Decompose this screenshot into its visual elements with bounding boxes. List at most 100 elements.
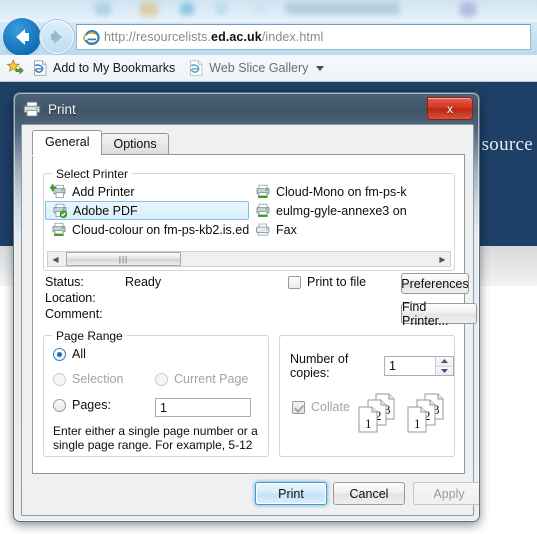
preferences-label: Preferences (401, 276, 469, 291)
printer-check-icon (53, 203, 68, 218)
scrollbar-thumb[interactable]: ||| (66, 252, 181, 266)
stepper-buttons[interactable] (435, 357, 453, 375)
printer-status-block: Status: Ready Location: Comment: Print t… (45, 275, 455, 325)
print-to-file-checkbox[interactable]: Print to file (288, 275, 366, 289)
radio-current-page: Current Page (155, 372, 248, 386)
select-printer-group: Select Printer Add Printer Cloud-Mono on… (43, 167, 455, 271)
printer-name: Cloud-colour on fm-ps-kb2.is.ed.ac.uk (72, 222, 249, 237)
apply-button: Apply (413, 482, 479, 505)
find-printer-button[interactable]: Find Printer... (401, 300, 477, 328)
fax-icon (256, 223, 270, 236)
radio-icon (155, 372, 168, 386)
checkbox-icon (292, 400, 305, 414)
favorites-bar: Add to My Bookmarks Web Slice Gallery (0, 55, 537, 82)
dialog-body: General Options Select Printer Add Print… (21, 124, 479, 516)
number-of-copies-value: 1 (389, 359, 396, 373)
comment-label: Comment: (45, 307, 103, 321)
pages-input-value: 1 (160, 400, 167, 415)
printer-list-item[interactable]: Cloud-colour on fm-ps-kb2.is.ed.ac.uk (45, 220, 249, 239)
printer-icon (256, 184, 270, 198)
page-range-hint: Enter either a single page number or a s… (53, 424, 258, 452)
caret-down-icon (441, 368, 448, 373)
page-range-legend: Page Range (52, 329, 127, 343)
radio-selection-label: Selection (72, 372, 124, 386)
printer-list-item[interactable]: Fax (249, 220, 453, 239)
radio-pages[interactable]: Pages: (53, 398, 111, 412)
printer-list-item[interactable]: Cloud-Mono on fm-ps-k (249, 182, 453, 201)
collate-label: Collate (311, 400, 350, 414)
number-of-copies-row: Number of copies: 1 (290, 352, 454, 380)
radio-pages-label: Pages: (72, 398, 111, 412)
radio-all[interactable]: All (53, 347, 86, 361)
radio-icon (53, 347, 66, 361)
printer-list-item-selected[interactable]: Adobe PDF (45, 201, 249, 220)
number-of-copies-label: Number of copies: (290, 352, 349, 380)
favorites-item-label: Web Slice Gallery (209, 61, 309, 75)
select-printer-legend: Select Printer (52, 167, 133, 181)
apply-button-label: Apply (433, 486, 465, 501)
printer-name: Add Printer (72, 184, 135, 199)
preferences-button[interactable]: Preferences (401, 273, 469, 294)
tab-panel-general: Select Printer Add Printer Cloud-Mono on… (32, 154, 477, 474)
scroll-right-arrow-icon[interactable]: ▶ (435, 252, 450, 266)
find-printer-label: Find Printer... (402, 299, 449, 328)
scrollbar-track[interactable]: ||| (63, 252, 435, 266)
page-range-group: Page Range All Selection Current Page Pa… (43, 329, 269, 457)
radio-all-label: All (72, 347, 86, 361)
svg-text:1: 1 (414, 416, 421, 431)
page-icon (190, 60, 203, 76)
printer-icon (52, 222, 66, 236)
collate-checkbox: Collate (292, 400, 350, 414)
cancel-button[interactable]: Cancel (333, 482, 405, 505)
collate-illustration-icon: 3 2 1 3 2 1 (358, 393, 444, 433)
copies-group: Number of copies: 1 Collate 3 2 1 3 2 1 (279, 335, 455, 457)
caret-up-icon (441, 359, 448, 364)
radio-current-page-label: Current Page (174, 372, 249, 386)
printer-icon (23, 101, 41, 117)
scroll-left-arrow-icon[interactable]: ◀ (48, 252, 63, 266)
address-bar-url: http://resourcelists.ed.ac.uk/index.html (104, 30, 324, 44)
internet-explorer-icon (83, 29, 100, 45)
stepper-up-icon[interactable] (436, 357, 453, 366)
address-bar[interactable]: http://resourcelists.ed.ac.uk/index.html (76, 24, 531, 50)
print-button-label: Print (278, 486, 304, 501)
stepper-down-icon[interactable] (436, 365, 453, 375)
favorites-item-web-slice-gallery[interactable]: Web Slice Gallery (184, 58, 329, 78)
printer-list-horizontal-scrollbar[interactable]: ◀ ||| ▶ (47, 251, 451, 267)
favorites-star-icon[interactable] (6, 59, 24, 77)
printer-list-item[interactable]: eulmg-gyle-annexe3 on (249, 201, 453, 220)
forward-arrow-icon (51, 30, 62, 44)
dialog-title: Print (48, 101, 76, 117)
close-button[interactable]: x (427, 97, 473, 120)
tab-options[interactable]: Options (101, 133, 169, 155)
svg-text:1: 1 (365, 416, 372, 431)
tab-options-label: Options (113, 137, 157, 151)
radio-icon (53, 398, 66, 412)
favorites-item-add-bookmarks[interactable]: Add to My Bookmarks (28, 58, 180, 78)
chevron-down-icon[interactable] (316, 65, 325, 71)
location-label: Location: (45, 291, 96, 305)
number-of-copies-stepper[interactable]: 1 (384, 356, 454, 376)
blurred-title-bar (0, 0, 537, 22)
page-icon (34, 60, 47, 76)
close-icon: x (447, 101, 453, 116)
pages-input[interactable]: 1 (155, 398, 251, 417)
printer-name: Adobe PDF (73, 203, 138, 218)
printer-list-item[interactable]: Add Printer (45, 182, 249, 201)
back-button[interactable] (3, 18, 41, 56)
tab-bar: General Options (32, 130, 169, 155)
printer-icon (256, 203, 270, 217)
add-printer-icon (50, 184, 66, 198)
status-value: Ready (125, 275, 162, 289)
tab-general-label: General (45, 135, 90, 149)
printer-list[interactable]: Add Printer Cloud-Mono on fm-ps-k Adobe … (45, 182, 453, 245)
dialog-title-bar[interactable]: Print (14, 93, 479, 125)
page-banner-text: source (481, 134, 533, 155)
tab-general[interactable]: General (32, 130, 103, 155)
printer-name: Cloud-Mono on fm-ps-k (276, 184, 407, 199)
radio-selection: Selection (53, 372, 123, 386)
print-button[interactable]: Print (255, 482, 327, 505)
radio-icon (53, 372, 66, 386)
favorites-item-label: Add to My Bookmarks (53, 61, 176, 75)
forward-button[interactable] (40, 20, 74, 54)
